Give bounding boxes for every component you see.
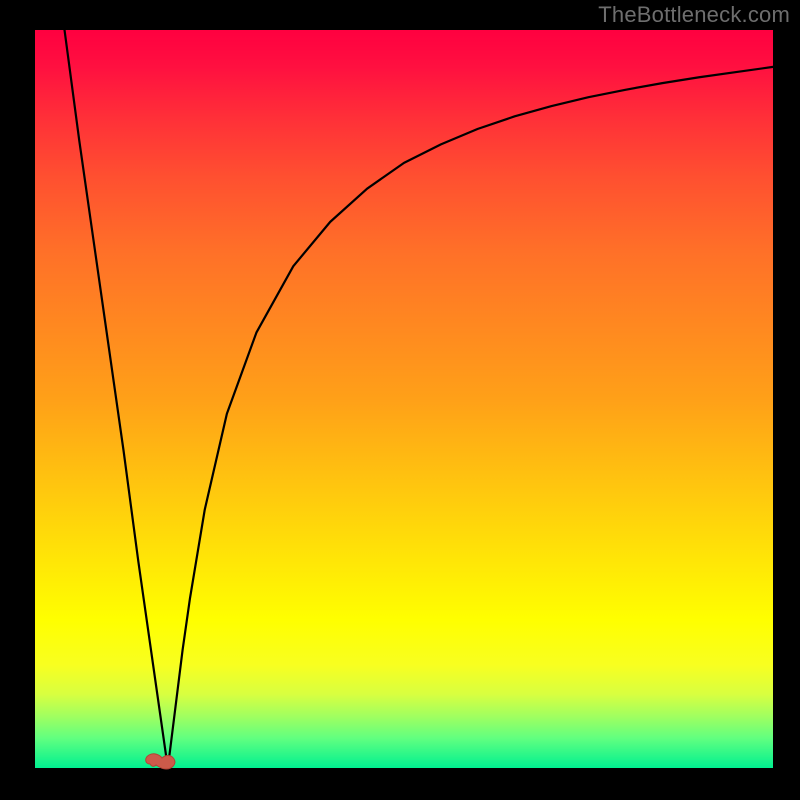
watermark-text: TheBottleneck.com [598, 2, 790, 28]
minimum-marker [143, 749, 177, 773]
bottleneck-curve [65, 30, 773, 768]
chart-frame: TheBottleneck.com [0, 0, 800, 800]
plot-area [35, 30, 773, 768]
marker-bean-shape [146, 753, 175, 768]
curve-layer [35, 30, 773, 768]
